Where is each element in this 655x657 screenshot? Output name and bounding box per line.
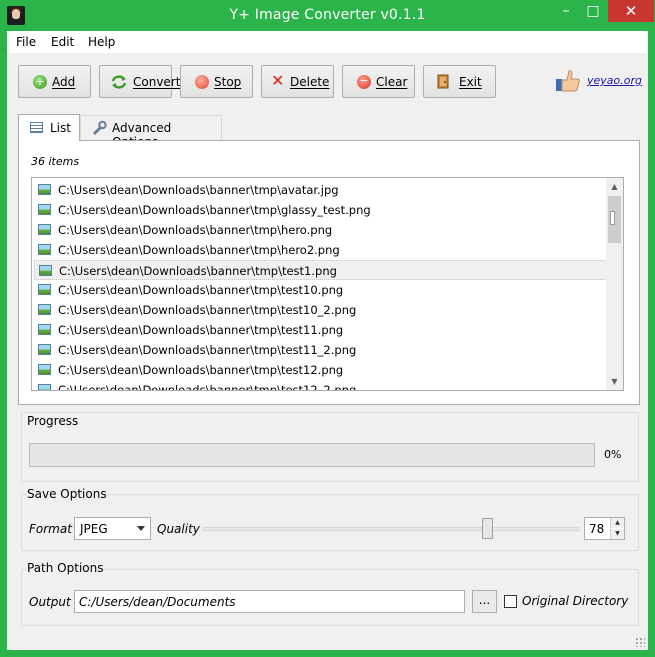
list-item[interactable]: C:\Users\dean\Downloads\banner\tmp\test1… <box>34 300 607 320</box>
save-options-title: Save Options <box>27 487 107 501</box>
image-file-icon <box>38 344 51 355</box>
list-item-path: C:\Users\dean\Downloads\banner\tmp\test1… <box>58 383 357 391</box>
add-icon: + <box>33 75 47 89</box>
output-label: Output <box>29 595 71 609</box>
image-file-icon <box>38 304 51 315</box>
items-count: 36 items <box>31 155 80 168</box>
image-file-icon <box>38 184 51 195</box>
chevron-down-icon <box>137 526 145 531</box>
image-file-icon <box>39 265 52 276</box>
list-item-path: C:\Users\dean\Downloads\banner\tmp\avata… <box>58 183 339 197</box>
delete-x-icon: ✕ <box>271 71 285 90</box>
output-path-input[interactable]: C:/Users/dean/Documents <box>74 590 465 613</box>
client-area: File Edit Help + Add Convert Stop ✕ Dele… <box>7 31 648 650</box>
browse-button[interactable]: ... <box>472 590 497 613</box>
list-panel: 36 items C:\Users\dean\Downloads\banner\… <box>18 140 640 405</box>
file-list[interactable]: C:\Users\dean\Downloads\banner\tmp\avata… <box>31 177 624 391</box>
list-item-path: C:\Users\dean\Downloads\banner\tmp\hero.… <box>58 223 333 237</box>
format-label: Format <box>29 522 72 536</box>
image-file-icon <box>38 204 51 215</box>
menu-bar: File Edit Help <box>7 31 648 53</box>
image-file-icon <box>38 364 51 375</box>
list-item-path: C:\Users\dean\Downloads\banner\tmp\test1… <box>58 323 344 337</box>
app-window: Y+ Image Converter v0.1.1 – □ ✕ File Edi… <box>0 0 655 657</box>
resize-grip-icon[interactable] <box>635 637 645 647</box>
quality-slider-thumb[interactable] <box>482 518 493 539</box>
list-item[interactable]: C:\Users\dean\Downloads\banner\tmp\test1… <box>34 340 607 360</box>
website-link[interactable]: yeyao.org <box>587 74 642 87</box>
list-item[interactable]: C:\Users\dean\Downloads\banner\tmp\test1… <box>34 280 607 300</box>
clear-button[interactable]: − Clear <box>342 65 415 98</box>
scroll-thumb[interactable] <box>608 196 621 243</box>
image-file-icon <box>38 384 51 390</box>
menu-help[interactable]: Help <box>88 35 115 49</box>
image-file-icon <box>38 284 51 295</box>
image-file-icon <box>38 244 51 255</box>
vertical-scrollbar[interactable]: ▲ ▼ <box>606 178 623 390</box>
list-item[interactable]: C:\Users\dean\Downloads\banner\tmp\test1… <box>34 360 607 380</box>
list-icon <box>30 122 43 133</box>
quality-slider[interactable] <box>203 527 579 531</box>
minimize-button[interactable]: – <box>553 0 579 22</box>
list-item[interactable]: C:\Users\dean\Downloads\banner\tmp\test1… <box>34 380 607 391</box>
menu-edit[interactable]: Edit <box>51 35 74 49</box>
list-item-path: C:\Users\dean\Downloads\banner\tmp\test1… <box>58 363 344 377</box>
image-file-icon <box>38 224 51 235</box>
tab-list[interactable]: List <box>18 114 80 141</box>
menu-file[interactable]: File <box>16 35 36 49</box>
convert-button[interactable]: Convert <box>99 65 180 98</box>
delete-button[interactable]: ✕ Delete <box>261 65 334 98</box>
quality-spinbox[interactable]: 78 ▲ ▼ <box>584 517 625 540</box>
list-item-path: C:\Users\dean\Downloads\banner\tmp\hero2… <box>58 243 340 257</box>
close-button[interactable]: ✕ <box>608 0 654 22</box>
stop-button[interactable]: Stop <box>180 65 253 98</box>
tab-advanced-options[interactable]: Advanced Options <box>80 115 222 149</box>
list-item-path: C:\Users\dean\Downloads\banner\tmp\glass… <box>58 203 371 217</box>
exit-button[interactable]: Exit <box>423 65 496 98</box>
list-item[interactable]: C:\Users\dean\Downloads\banner\tmp\test1… <box>34 320 607 340</box>
progress-bar <box>29 443 595 467</box>
list-item-path: C:\Users\dean\Downloads\banner\tmp\test1… <box>59 264 337 278</box>
list-item[interactable]: C:\Users\dean\Downloads\banner\tmp\glass… <box>34 200 607 220</box>
list-item[interactable]: C:\Users\dean\Downloads\banner\tmp\test1… <box>34 260 607 280</box>
scroll-down-icon[interactable]: ▼ <box>606 373 623 390</box>
list-item[interactable]: C:\Users\dean\Downloads\banner\tmp\hero2… <box>34 240 607 260</box>
list-item[interactable]: C:\Users\dean\Downloads\banner\tmp\avata… <box>34 180 607 200</box>
list-item-path: C:\Users\dean\Downloads\banner\tmp\test1… <box>58 303 357 317</box>
original-directory-checkbox[interactable] <box>504 595 517 608</box>
scroll-up-icon[interactable]: ▲ <box>606 178 623 195</box>
quality-label: Quality <box>157 522 200 536</box>
add-button[interactable]: + Add <box>18 65 91 98</box>
spin-down-icon[interactable]: ▼ <box>610 529 624 539</box>
progress-title: Progress <box>27 414 79 428</box>
list-item-path: C:\Users\dean\Downloads\banner\tmp\test1… <box>58 283 344 297</box>
stop-icon <box>195 75 209 89</box>
refresh-icon <box>110 75 128 89</box>
clear-icon: − <box>357 75 371 89</box>
maximize-button[interactable]: □ <box>580 0 606 22</box>
list-item[interactable]: C:\Users\dean\Downloads\banner\tmp\hero.… <box>34 220 607 240</box>
original-directory-label[interactable]: Original Directory <box>522 594 628 608</box>
exit-door-icon <box>437 74 451 89</box>
path-options-title: Path Options <box>27 561 104 575</box>
image-file-icon <box>38 324 51 335</box>
spin-up-icon[interactable]: ▲ <box>610 518 624 528</box>
format-select[interactable]: JPEG <box>74 517 151 540</box>
title-bar[interactable]: Y+ Image Converter v0.1.1 – □ ✕ <box>0 0 655 31</box>
list-item-path: C:\Users\dean\Downloads\banner\tmp\test1… <box>58 343 357 357</box>
wrench-icon <box>91 120 107 136</box>
thumbs-up-icon[interactable] <box>555 67 581 93</box>
progress-percent: 0% <box>604 448 622 461</box>
